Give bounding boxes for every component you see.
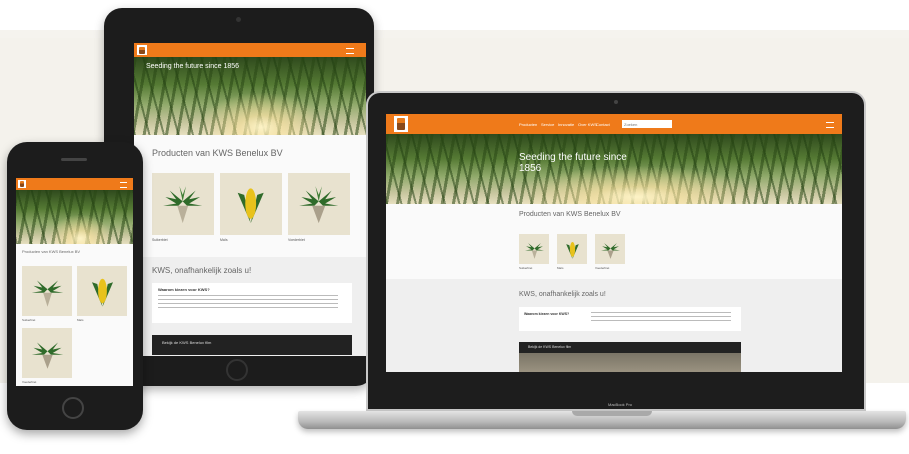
tablet-home-button[interactable] (226, 359, 248, 381)
tablet-product-sugarbeet[interactable] (152, 173, 214, 235)
tablet-caption-sugarbeet: Suikerbiet (152, 238, 168, 242)
laptop-products-heading: Producten van KWS Benelux BV (519, 211, 621, 218)
laptop-video-title: Bekijk de KWS Benelux film (528, 345, 572, 349)
laptop-card-title: Waarom kiezen voor KWS? (524, 312, 570, 316)
phone-logo[interactable] (18, 180, 26, 188)
tablet-section-heading: KWS, onafhankelijk zoals u! (152, 266, 252, 275)
phone-speaker (61, 158, 87, 161)
phone-home-button[interactable] (62, 397, 84, 419)
laptop-card-text (591, 312, 731, 324)
tablet-caption-fodderbeet: Voederbiet (288, 238, 305, 242)
fodderbeet-icon (600, 242, 620, 259)
laptop-camera (614, 100, 618, 104)
corn-icon (237, 188, 265, 224)
tablet-video[interactable] (152, 335, 352, 355)
corn-icon (91, 278, 113, 307)
corn-icon (565, 241, 579, 259)
tablet-video-title: Bekijk de KWS Benelux film (162, 340, 212, 345)
tablet-screen: Seeding the future since 1856 Producten … (134, 43, 366, 356)
sugarbeet-icon (31, 280, 63, 307)
phone-hero (16, 190, 133, 244)
laptop-product-fodderbeet[interactable] (595, 234, 625, 264)
tablet-product-corn[interactable] (220, 173, 282, 235)
phone-product-fodderbeet[interactable] (22, 328, 72, 378)
sugarbeet-icon (163, 186, 203, 224)
phone-header (16, 178, 133, 190)
laptop-caption-fodderbeet: Voederbiet (595, 266, 610, 270)
phone-caption-sugarbeet: Suikerbiet (22, 318, 36, 322)
laptop-nav-service[interactable]: Service (541, 122, 554, 127)
phone-product-sugarbeet[interactable] (22, 266, 72, 316)
laptop-hero-title: Seeding the future since 1856 (519, 152, 627, 174)
laptop-section-heading: KWS, onafhankelijk zoals u! (519, 291, 606, 298)
phone-screen: Producten van KWS Benelux BV Suikerbiet … (16, 178, 133, 386)
fodderbeet-icon (299, 186, 339, 224)
laptop-menu-icon[interactable] (826, 122, 834, 128)
laptop-nav-contact[interactable]: Contact (596, 122, 610, 127)
laptop-caption-corn: Maïs (557, 266, 564, 270)
tablet-hero-title: Seeding the future since 1856 (146, 63, 240, 70)
laptop-nav-innovatie[interactable]: Innovatie (558, 122, 574, 127)
phone-products-heading: Producten van KWS Benelux BV (22, 249, 81, 254)
laptop-logo[interactable] (394, 116, 408, 132)
laptop-nav-producten[interactable]: Producten (519, 122, 537, 127)
phone-product-corn[interactable] (77, 266, 127, 316)
tablet-card-title: Waarom kiezen voor KWS? (158, 287, 210, 292)
laptop-caption-sugarbeet: Suikerbiet (519, 266, 533, 270)
phone-caption-corn: Maïs (77, 318, 84, 322)
phone-menu-icon[interactable] (120, 182, 127, 188)
laptop-brand-label: MacBook Pro (607, 402, 632, 407)
tablet-caption-corn: Maïs (220, 238, 228, 242)
laptop-search-input[interactable] (622, 120, 672, 128)
fodderbeet-icon (31, 342, 63, 369)
laptop-header (386, 114, 842, 134)
tablet-card-text (158, 295, 338, 309)
laptop-nav-over[interactable]: Over KWS (578, 122, 597, 127)
tablet-header (134, 43, 366, 57)
sugarbeet-icon (524, 242, 544, 259)
laptop-screen: Producten Service Innovatie Over KWS Con… (386, 114, 842, 372)
tablet-product-fodderbeet[interactable] (288, 173, 350, 235)
tablet-menu-icon[interactable] (346, 48, 354, 54)
tablet-camera (236, 17, 241, 22)
tablet-logo[interactable] (137, 45, 147, 55)
laptop-notch (572, 411, 652, 416)
laptop-product-corn[interactable] (557, 234, 587, 264)
phone-caption-fodderbeet: Voederbiet (22, 380, 37, 384)
laptop-product-sugarbeet[interactable] (519, 234, 549, 264)
tablet-products-heading: Producten van KWS Benelux BV (152, 148, 283, 158)
